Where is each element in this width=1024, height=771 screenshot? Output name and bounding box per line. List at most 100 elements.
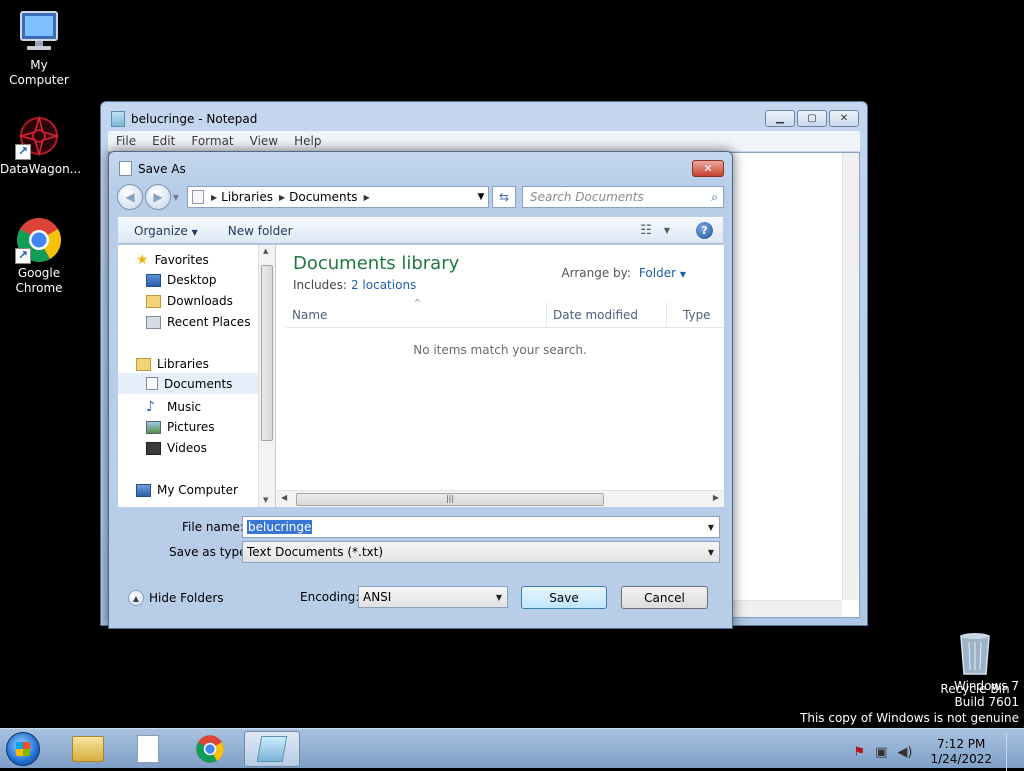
organize-button[interactable]: Organize ▼ xyxy=(118,224,214,238)
nav-favorites[interactable]: ★ Favorites xyxy=(136,252,209,268)
scroll-down-icon[interactable]: ▼ xyxy=(263,496,268,504)
nav-label: Downloads xyxy=(167,294,233,308)
scroll-up-icon[interactable]: ▲ xyxy=(263,247,268,255)
content-horizontal-scrollbar[interactable]: ◀ ||| ▶ xyxy=(276,490,724,507)
taskbar-notepad[interactable] xyxy=(244,731,300,767)
new-folder-button[interactable]: New folder xyxy=(214,224,309,238)
column-type[interactable]: Type xyxy=(683,308,711,322)
datawagon-icon xyxy=(15,112,63,160)
desktop-icon-label: DataWagon... xyxy=(0,162,82,176)
minimize-button[interactable]: ▁ xyxy=(765,110,795,127)
computer-icon xyxy=(15,8,63,56)
action-center-icon[interactable]: ⚑ xyxy=(853,745,865,760)
nav-label: Libraries xyxy=(157,357,209,371)
save-as-type-select[interactable]: Text Documents (*.txt) ▼ xyxy=(242,541,720,563)
arrange-by: Arrange by: Folder ▼ xyxy=(561,266,686,280)
menu-help[interactable]: Help xyxy=(286,134,329,148)
menu-edit[interactable]: Edit xyxy=(144,134,183,148)
vertical-scrollbar[interactable] xyxy=(842,153,859,600)
chevron-down-icon: ▼ xyxy=(679,270,686,279)
clock[interactable]: 7:12 PM 1/24/2022 xyxy=(930,737,992,767)
desktop-icon-my-computer[interactable]: My Computer xyxy=(0,8,78,88)
column-date-modified[interactable]: Date modified xyxy=(553,308,638,322)
change-view-button[interactable]: ☷ xyxy=(640,223,652,238)
address-bar[interactable]: ▶ Libraries ▶ Documents ▶ ▼ xyxy=(187,186,489,208)
scrollbar-thumb[interactable] xyxy=(261,265,273,441)
dialog-close-button[interactable]: ✕ xyxy=(692,160,724,177)
volume-icon[interactable]: ◀) xyxy=(897,745,912,760)
desktop-icon-datawagon[interactable]: DataWagon... xyxy=(0,112,82,177)
nav-desktop[interactable]: Desktop xyxy=(146,273,217,287)
search-icon[interactable]: ⌕ xyxy=(711,190,718,205)
navigation-scrollbar[interactable]: ▲ ▼ xyxy=(258,245,275,507)
menu-format[interactable]: Format xyxy=(183,134,241,148)
nav-label: Documents xyxy=(164,376,233,391)
nav-documents[interactable]: Documents xyxy=(118,373,266,394)
file-name-value: belucringe xyxy=(247,520,313,534)
window-controls: ▁ ▢ ✕ xyxy=(765,110,859,127)
content-pane: Documents library Includes: 2 locations A… xyxy=(276,245,724,507)
column-divider xyxy=(546,302,547,326)
nav-downloads[interactable]: Downloads xyxy=(146,294,233,308)
locations-link[interactable]: 2 locations xyxy=(351,278,416,292)
save-as-dialog: Save As ✕ ◀ ▶ ▼ ▶ Libraries ▶ Documents … xyxy=(108,151,733,629)
pictures-icon xyxy=(146,420,161,434)
cancel-button[interactable]: Cancel xyxy=(621,586,708,609)
menu-view[interactable]: View xyxy=(242,134,286,148)
notepad-title: belucringe - Notepad xyxy=(131,112,258,126)
start-button[interactable] xyxy=(6,732,40,766)
menu-file[interactable]: File xyxy=(108,134,144,148)
desktop-icon-chrome[interactable]: Google Chrome xyxy=(0,216,78,296)
save-as-type-value: Text Documents (*.txt) xyxy=(247,545,384,559)
file-name-field[interactable]: belucringe ▼ xyxy=(242,516,720,538)
show-desktop-button[interactable] xyxy=(1006,733,1016,771)
close-button[interactable]: ✕ xyxy=(829,110,859,127)
nav-videos[interactable]: Videos xyxy=(146,441,207,455)
search-input[interactable]: Search Documents ⌕ xyxy=(522,186,724,208)
recycle-bin-icon xyxy=(951,630,999,678)
recent-pages-dropdown[interactable]: ▼ xyxy=(171,193,181,202)
forward-arrow-icon: ▶ xyxy=(153,190,163,204)
watermark-line: Build 7601 xyxy=(954,695,1019,709)
encoding-select[interactable]: ANSI ▼ xyxy=(358,586,508,608)
nav-label: Favorites xyxy=(154,253,209,267)
library-title: Documents library xyxy=(293,253,460,274)
scrollbar-thumb[interactable]: ||| xyxy=(296,493,604,506)
help-icon[interactable]: ? xyxy=(696,222,713,239)
taskbar-chrome[interactable] xyxy=(182,731,238,767)
file-name-label: File name: xyxy=(182,520,244,534)
chevron-down-icon[interactable]: ▼ xyxy=(703,523,719,532)
scroll-left-icon[interactable]: ◀ xyxy=(281,493,287,502)
desktop-icon-label: Google Chrome xyxy=(15,266,63,295)
maximize-button[interactable]: ▢ xyxy=(797,110,827,127)
view-dropdown-icon[interactable]: ▼ xyxy=(664,226,670,235)
breadcrumb-libraries[interactable]: Libraries xyxy=(217,190,279,204)
taskbar-explorer[interactable] xyxy=(60,731,116,767)
scroll-right-icon[interactable]: ▶ xyxy=(713,493,719,502)
arrange-by-dropdown[interactable]: Folder ▼ xyxy=(639,266,686,280)
nav-music[interactable]: ♪ Music xyxy=(146,399,201,415)
taskbar-notepad-file[interactable] xyxy=(120,731,176,767)
column-name[interactable]: Name xyxy=(292,308,327,322)
refresh-button[interactable]: ⇆ xyxy=(492,186,516,208)
hide-folders-button[interactable]: ▲ Hide Folders xyxy=(128,590,224,606)
breadcrumb-documents[interactable]: Documents xyxy=(285,190,363,204)
nav-my-computer[interactable]: My Computer xyxy=(136,483,238,497)
nav-pictures[interactable]: Pictures xyxy=(146,420,215,434)
nav-recent-places[interactable]: Recent Places xyxy=(146,315,250,329)
view-options: ☷ ▼ ? xyxy=(640,222,723,239)
search-placeholder: Search Documents xyxy=(530,190,644,204)
dialog-title-bar: Save As xyxy=(119,161,186,176)
collapse-up-icon: ▲ xyxy=(128,590,144,606)
hide-folders-label: Hide Folders xyxy=(149,591,224,605)
navigation-bar: ◀ ▶ ▼ ▶ Libraries ▶ Documents ▶ ▼ ⇆ Sear… xyxy=(117,182,724,212)
chevron-down-icon: ▼ xyxy=(707,547,715,557)
shortcut-arrow-icon xyxy=(15,248,31,264)
back-button[interactable]: ◀ xyxy=(117,184,143,210)
back-arrow-icon: ◀ xyxy=(125,190,135,204)
forward-button[interactable]: ▶ xyxy=(145,184,171,210)
network-icon[interactable]: ▣ xyxy=(875,745,887,760)
address-dropdown-icon[interactable]: ▼ xyxy=(474,192,488,202)
save-button[interactable]: Save xyxy=(521,586,607,609)
nav-libraries[interactable]: Libraries xyxy=(136,357,209,371)
